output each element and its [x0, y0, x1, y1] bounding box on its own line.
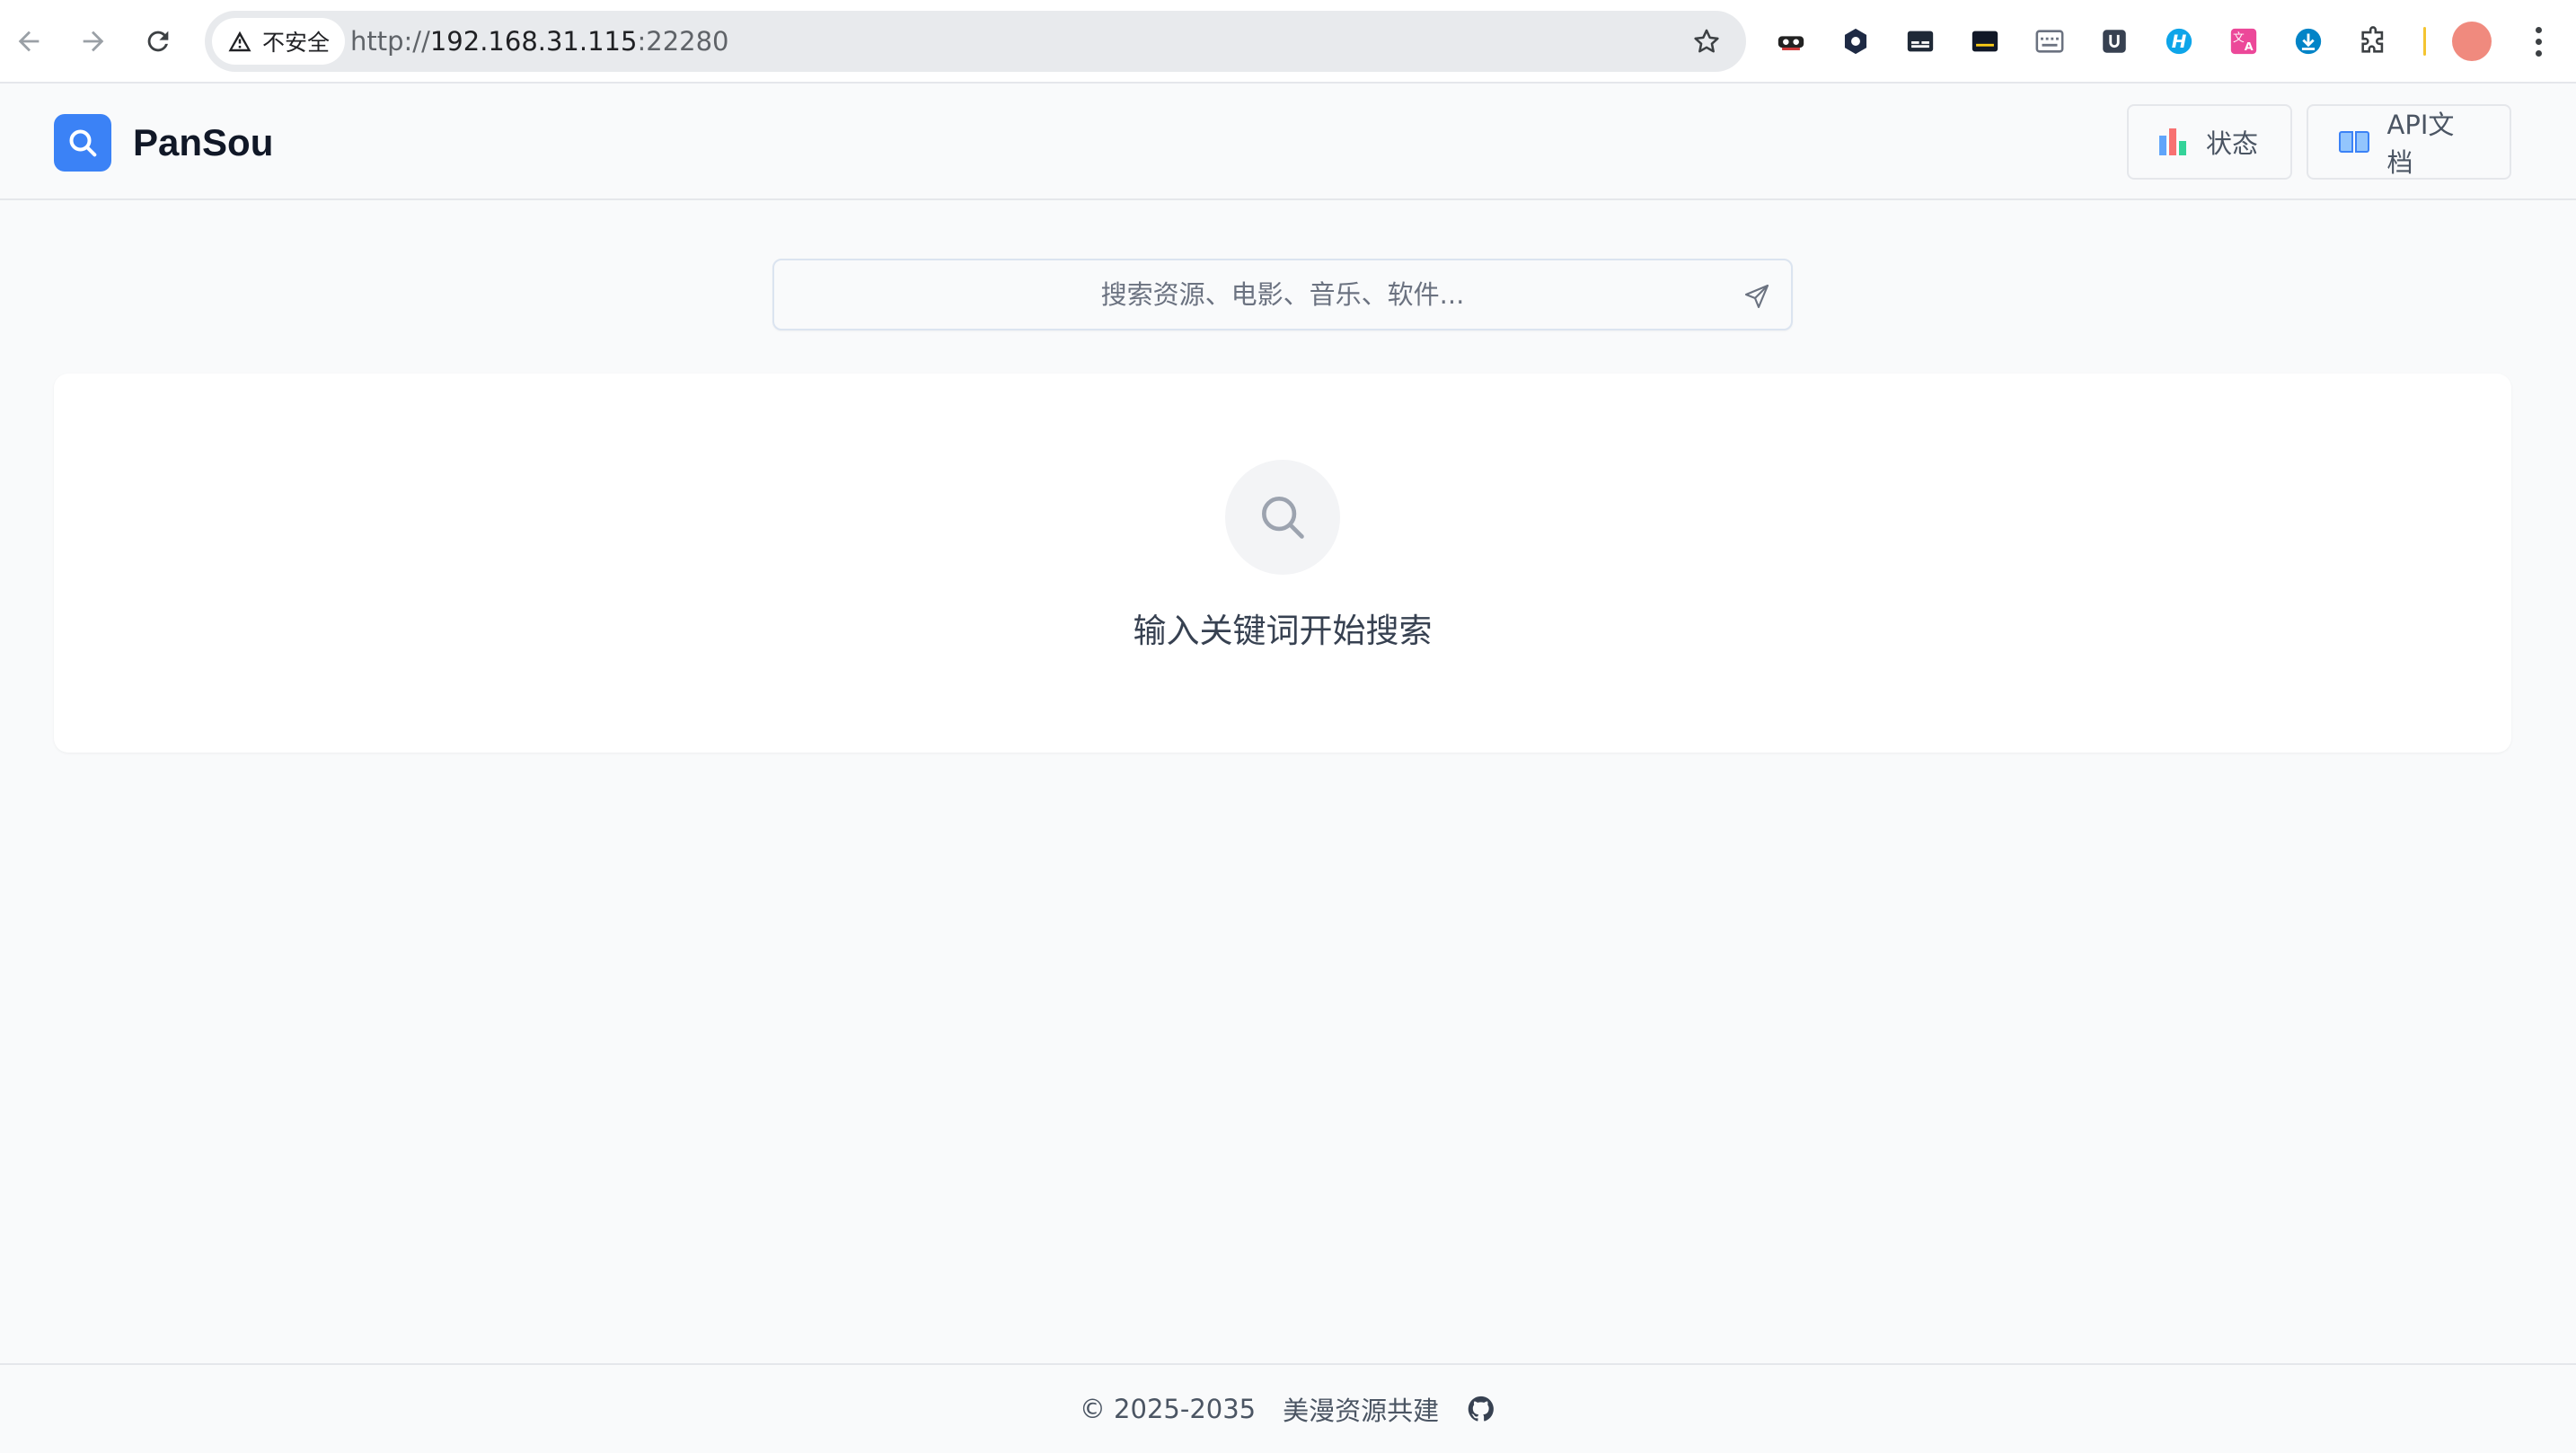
- url-scheme: http://: [350, 26, 430, 57]
- star-icon: [1694, 29, 1719, 53]
- empty-state-message: 输入关键词开始搜索: [1133, 612, 1433, 650]
- empty-state-icon-wrap: [1225, 460, 1340, 575]
- puzzle-icon[interactable]: [2355, 23, 2391, 59]
- browser-toolbar: 不安全 http://192.168.31.115:22280 H 文A: [0, 0, 2576, 84]
- hexagon-icon[interactable]: [1838, 23, 1874, 59]
- caption-icon[interactable]: [1902, 23, 1938, 59]
- api-docs-label: API文档: [2386, 110, 2455, 178]
- reload-icon: [147, 31, 169, 52]
- results-card: 输入关键词开始搜索: [54, 374, 2511, 753]
- back-button[interactable]: [5, 18, 52, 65]
- dot-icon: [2535, 26, 2542, 33]
- search-input[interactable]: [774, 260, 1791, 329]
- address-bar[interactable]: 不安全 http://192.168.31.115:22280: [205, 11, 1746, 72]
- app-header: PanSou 状态 API文档: [0, 84, 2576, 200]
- search-submit-button[interactable]: [1739, 278, 1775, 314]
- status-label: 状态: [2206, 128, 2259, 159]
- reload-button[interactable]: [135, 18, 181, 65]
- url-text[interactable]: http://192.168.31.115:22280: [350, 11, 729, 72]
- arrow-right-icon: [83, 31, 104, 52]
- url-port: :22280: [637, 26, 729, 57]
- bookmark-button[interactable]: [1689, 23, 1725, 59]
- translate-icon[interactable]: 文A: [2226, 23, 2262, 59]
- disguise-icon[interactable]: [1773, 23, 1809, 59]
- search-icon: [69, 129, 97, 157]
- footer: © 2025-2035 美漫资源共建: [0, 1363, 2576, 1453]
- security-label: 不安全: [262, 30, 331, 56]
- dot-icon: [2535, 38, 2542, 45]
- copyright-text: © 2025-2035: [1079, 1394, 1257, 1424]
- keyboard-icon[interactable]: [2032, 23, 2068, 59]
- h-icon[interactable]: H: [2161, 23, 2197, 59]
- warning-icon: [228, 31, 251, 52]
- open-book-icon: [2339, 131, 2369, 153]
- arrow-left-icon: [18, 31, 40, 52]
- profile-avatar[interactable]: [2452, 22, 2492, 61]
- brand-name[interactable]: PanSou: [133, 114, 273, 172]
- toolbar-divider: [2423, 27, 2426, 56]
- browser-menu-button[interactable]: [2520, 22, 2556, 61]
- search-box: [772, 259, 1793, 330]
- send-icon: [1744, 284, 1769, 309]
- download-icon[interactable]: [2290, 23, 2326, 59]
- url-host: 192.168.31.115: [429, 26, 638, 57]
- forward-button[interactable]: [70, 18, 117, 65]
- bar-chart-icon: [2159, 128, 2188, 155]
- security-chip[interactable]: 不安全: [212, 18, 345, 65]
- logo[interactable]: [54, 114, 111, 172]
- search-icon: [1262, 497, 1304, 539]
- svg-text:H: H: [2172, 31, 2187, 52]
- terminal-icon[interactable]: [1967, 23, 2003, 59]
- svg-text:文: 文: [2233, 31, 2245, 45]
- community-link[interactable]: 美漫资源共建: [1283, 1390, 1439, 1428]
- shield-u-icon[interactable]: [2096, 23, 2132, 59]
- github-icon[interactable]: [1466, 1394, 1496, 1424]
- status-button[interactable]: 状态: [2127, 104, 2292, 180]
- dot-icon: [2535, 49, 2542, 57]
- api-docs-button[interactable]: API文档: [2307, 104, 2511, 180]
- svg-text:A: A: [2245, 40, 2254, 54]
